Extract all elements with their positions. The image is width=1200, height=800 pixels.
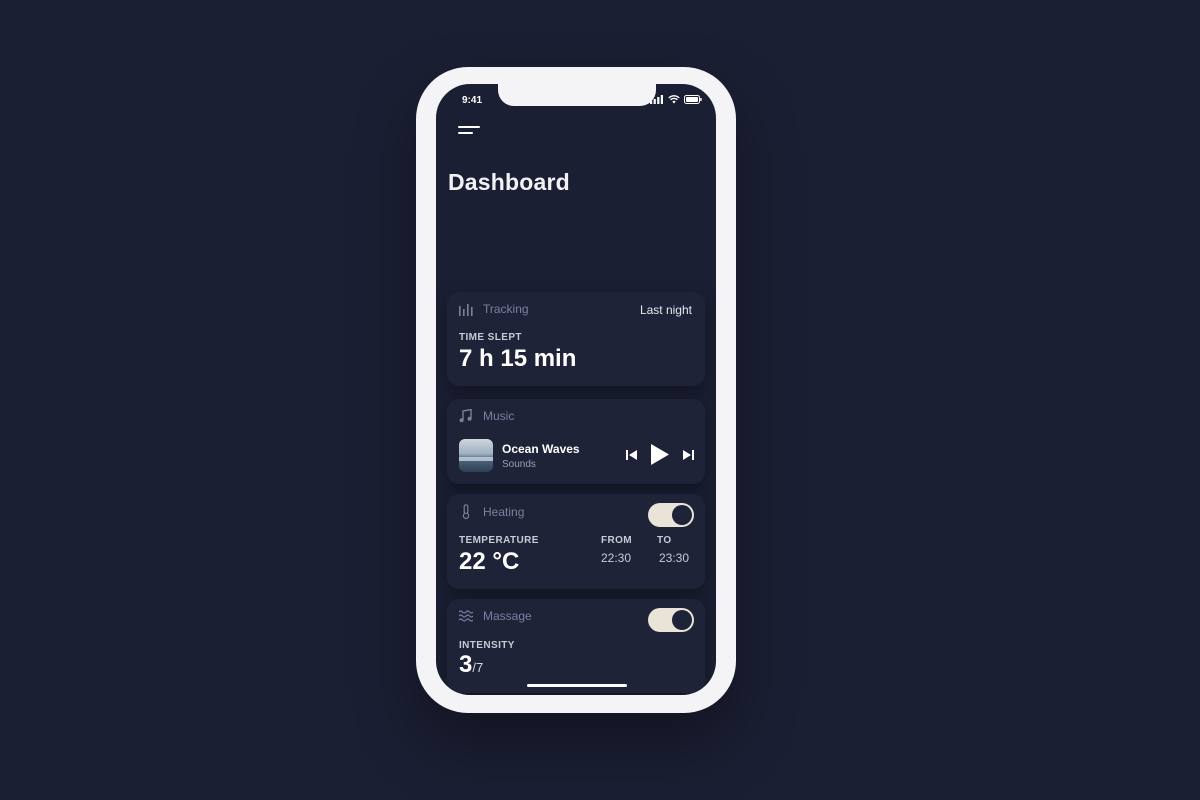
track-title: Ocean Waves (502, 442, 580, 456)
toggle-knob (672, 505, 692, 525)
menu-icon[interactable] (458, 126, 480, 140)
time-slept-value: 7 h 15 min (459, 345, 577, 372)
music-card-header: Music (459, 409, 514, 423)
next-track-icon[interactable] (683, 450, 694, 460)
music-label: Music (483, 409, 515, 423)
waves-icon (459, 610, 473, 622)
thermometer-icon (462, 504, 470, 519)
notch (498, 84, 656, 106)
heating-card-header: Heating (459, 504, 524, 519)
previous-track-icon[interactable] (626, 450, 637, 460)
intensity-max: /7 (472, 660, 484, 675)
tracking-card[interactable]: Tracking Last night TIME SLEPT 7 h 15 mi… (447, 292, 705, 386)
toggle-knob (672, 610, 692, 630)
heating-toggle[interactable] (648, 503, 694, 527)
massage-toggle[interactable] (648, 608, 694, 632)
status-time: 9:41 (462, 95, 483, 106)
page-title: Dashboard (448, 169, 570, 195)
music-note-icon (459, 409, 472, 423)
from-caption: FROM (601, 535, 633, 546)
heating-card[interactable]: Heating TEMPERATURE 22 °C FROM 22:30 TO … (447, 494, 705, 589)
time-slept-caption: TIME SLEPT (459, 332, 522, 343)
track-subtitle: Sounds (502, 459, 536, 470)
temperature-value: 22 °C (459, 548, 520, 575)
album-art (459, 439, 493, 472)
intensity-readout: 3/7 (459, 651, 483, 679)
status-icons (650, 95, 702, 104)
heating-label: Heating (483, 504, 525, 519)
intensity-value: 3 (459, 651, 473, 678)
to-caption: TO (657, 535, 672, 546)
battery-icon (684, 95, 702, 104)
from-time[interactable]: 22:30 (601, 551, 631, 565)
tracking-period[interactable]: Last night (640, 303, 692, 317)
music-card[interactable]: Music Ocean Waves Sounds (447, 399, 705, 484)
massage-label: Massage (483, 609, 532, 623)
bar-chart-icon (459, 303, 473, 316)
massage-card[interactable]: Massage INTENSITY 3/7 (447, 599, 705, 693)
tracking-label: Tracking (483, 302, 529, 316)
phone-frame: 9:41 Dashboard Tracking Last night TIME … (416, 67, 736, 713)
tracking-card-header: Tracking (459, 302, 529, 316)
play-icon[interactable] (651, 444, 669, 465)
home-indicator[interactable] (527, 684, 627, 687)
app-screen: 9:41 Dashboard Tracking Last night TIME … (436, 84, 716, 695)
temperature-caption: TEMPERATURE (459, 535, 539, 546)
massage-card-header: Massage (459, 609, 532, 623)
signal-icon (650, 95, 663, 104)
intensity-caption: INTENSITY (459, 640, 515, 651)
to-time[interactable]: 23:30 (659, 551, 689, 565)
wifi-icon (668, 95, 680, 104)
